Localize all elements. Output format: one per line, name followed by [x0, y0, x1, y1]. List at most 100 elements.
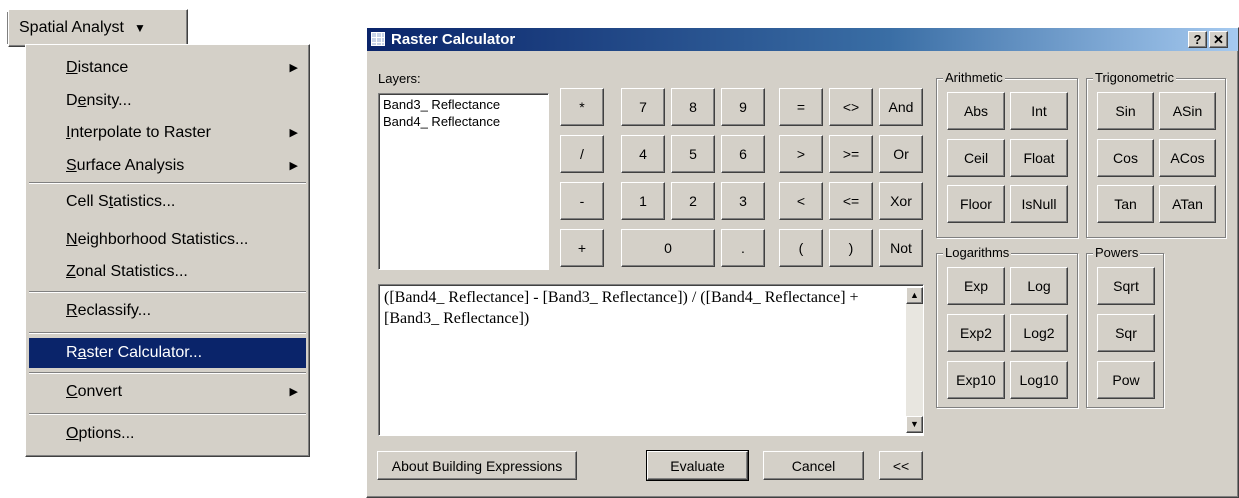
menu-separator — [29, 372, 306, 374]
collapse-button[interactable]: << — [879, 451, 923, 480]
log-button[interactable]: Log — [1010, 267, 1068, 305]
exp2-button[interactable]: Exp2 — [947, 314, 1005, 352]
expression-text: ([Band4_ Reflectance] - [Band3_ Reflecta… — [384, 289, 859, 327]
menu-item-label: Interpolate to Raster — [66, 124, 211, 141]
layers-list[interactable]: Band3_ ReflectanceBand4_ Reflectance ◀ ▶ — [378, 93, 549, 270]
floor-button[interactable]: Floor — [947, 185, 1005, 223]
submenu-arrow-icon: ▶ — [289, 160, 298, 172]
help-button[interactable]: ? — [1188, 31, 1207, 48]
menu-item-accelerator: D — [66, 59, 78, 76]
menu-item-raster-calculator[interactable]: Raster Calculator... — [29, 338, 306, 368]
ceil-button[interactable]: Ceil — [947, 139, 1005, 177]
tan-button[interactable]: Tan — [1097, 185, 1154, 223]
menu-item-zonal-statistics[interactable]: Zonal Statistics... — [29, 257, 306, 287]
scroll-down-icon[interactable]: ▼ — [906, 416, 923, 433]
log10-button[interactable]: Log10 — [1010, 361, 1068, 399]
scroll-up-icon[interactable]: ▲ — [906, 287, 923, 304]
menu-item-accelerator: O — [66, 425, 79, 442]
toolbar-grip[interactable] — [5, 12, 8, 44]
layer-list-item[interactable]: Band4_ Reflectance — [383, 113, 544, 130]
powers-group-title: Powers — [1093, 245, 1141, 261]
not-equal-button[interactable]: <> — [829, 88, 873, 126]
digit-5-button[interactable]: 5 — [671, 135, 715, 173]
not-button[interactable]: Not — [879, 229, 923, 267]
isnull-button[interactable]: IsNull — [1010, 185, 1068, 223]
divide-button[interactable]: / — [560, 135, 604, 173]
menu-item-accelerator: S — [66, 157, 77, 174]
about-building-expressions-button[interactable]: About Building Expressions — [377, 451, 577, 480]
menu-item-distance[interactable]: Distance ▶ — [29, 53, 306, 83]
calculator-grid-icon — [371, 32, 385, 46]
spatial-analyst-label: Spatial Analyst — [19, 19, 124, 36]
menu-item-cell-statistics[interactable]: Cell Statistics... — [29, 187, 306, 217]
menu-item-label: Convert — [66, 383, 123, 400]
less-or-equal-button[interactable]: <= — [829, 182, 873, 220]
log2-button[interactable]: Log2 — [1010, 314, 1068, 352]
arithmetic-group-title: Arithmetic — [943, 70, 1005, 86]
dropdown-arrow-icon: ▼ — [133, 21, 146, 35]
digit-2-button[interactable]: 2 — [671, 182, 715, 220]
greater-than-button[interactable]: > — [779, 135, 823, 173]
sqr-button[interactable]: Sqr — [1097, 314, 1155, 352]
exp10-button[interactable]: Exp10 — [947, 361, 1005, 399]
exp-button[interactable]: Exp — [947, 267, 1005, 305]
digit-6-button[interactable]: 6 — [721, 135, 765, 173]
title-bar[interactable]: Raster Calculator ? ✕ — [367, 28, 1238, 51]
menu-separator — [29, 413, 306, 415]
menu-item-label: Zonal Statistics... — [66, 263, 188, 280]
expression-vertical-scrollbar[interactable]: ▲ ▼ — [906, 287, 923, 433]
equal-button[interactable]: = — [779, 88, 823, 126]
close-button[interactable]: ✕ — [1209, 31, 1228, 48]
menu-item-label: Density... — [66, 92, 132, 109]
xor-button[interactable]: Xor — [879, 182, 923, 220]
digit-8-button[interactable]: 8 — [671, 88, 715, 126]
evaluate-button[interactable]: Evaluate — [646, 450, 749, 481]
layer-list-item[interactable]: Band3_ Reflectance — [383, 96, 544, 113]
open-paren-button[interactable]: ( — [779, 229, 823, 267]
int-button[interactable]: Int — [1010, 92, 1068, 130]
float-button[interactable]: Float — [1010, 139, 1068, 177]
submenu-arrow-icon: ▶ — [289, 386, 298, 398]
menu-item-accelerator: Z — [66, 263, 76, 280]
menu-separator — [29, 332, 306, 334]
and-button[interactable]: And — [879, 88, 923, 126]
decimal-point-button[interactable]: . — [721, 229, 765, 267]
menu-item-neighborhood-statistics[interactable]: Neighborhood Statistics... — [29, 225, 306, 255]
add-button[interactable]: + — [560, 229, 604, 267]
cos-button[interactable]: Cos — [1097, 139, 1154, 177]
menu-separator — [29, 182, 306, 184]
sin-button[interactable]: Sin — [1097, 92, 1154, 130]
digit-4-button[interactable]: 4 — [621, 135, 665, 173]
layers-label: Layers: — [378, 71, 421, 86]
close-paren-button[interactable]: ) — [829, 229, 873, 267]
menu-item-accelerator: C — [66, 383, 78, 400]
digit-3-button[interactable]: 3 — [721, 182, 765, 220]
menu-item-surface-analysis[interactable]: Surface Analysis ▶ — [29, 151, 306, 181]
subtract-button[interactable]: - — [560, 182, 604, 220]
greater-or-equal-button[interactable]: >= — [829, 135, 873, 173]
menu-item-options[interactable]: Options... — [29, 419, 306, 449]
pow-button[interactable]: Pow — [1097, 361, 1155, 399]
less-than-button[interactable]: < — [779, 182, 823, 220]
menu-item-convert[interactable]: Convert ▶ — [29, 377, 306, 407]
sqrt-button[interactable]: Sqrt — [1097, 267, 1155, 305]
menu-item-interpolate-to-raster[interactable]: Interpolate to Raster ▶ — [29, 118, 306, 148]
digit-1-button[interactable]: 1 — [621, 182, 665, 220]
or-button[interactable]: Or — [879, 135, 923, 173]
cancel-button[interactable]: Cancel — [763, 451, 864, 480]
menu-item-label: Surface Analysis — [66, 157, 185, 174]
asin-button[interactable]: ASin — [1159, 92, 1216, 130]
digit-9-button[interactable]: 9 — [721, 88, 765, 126]
spatial-analyst-menu-button[interactable]: Spatial Analyst ▼ — [5, 9, 188, 47]
acos-button[interactable]: ACos — [1159, 139, 1216, 177]
abs-button[interactable]: Abs — [947, 92, 1005, 130]
dialog-title: Raster Calculator — [391, 31, 516, 48]
atan-button[interactable]: ATan — [1159, 185, 1216, 223]
digit-0-button[interactable]: 0 — [621, 229, 715, 267]
multiply-button[interactable]: * — [560, 88, 604, 126]
menu-item-density[interactable]: Density... — [29, 86, 306, 116]
spatial-analyst-dropdown-menu: Distance ▶ Density... Interpolate to Raster… — [25, 44, 310, 457]
expression-textbox[interactable]: ([Band4_ Reflectance] - [Band3_ Reflecta… — [378, 284, 924, 436]
digit-7-button[interactable]: 7 — [621, 88, 665, 126]
menu-item-reclassify[interactable]: Reclassify... — [29, 296, 306, 326]
